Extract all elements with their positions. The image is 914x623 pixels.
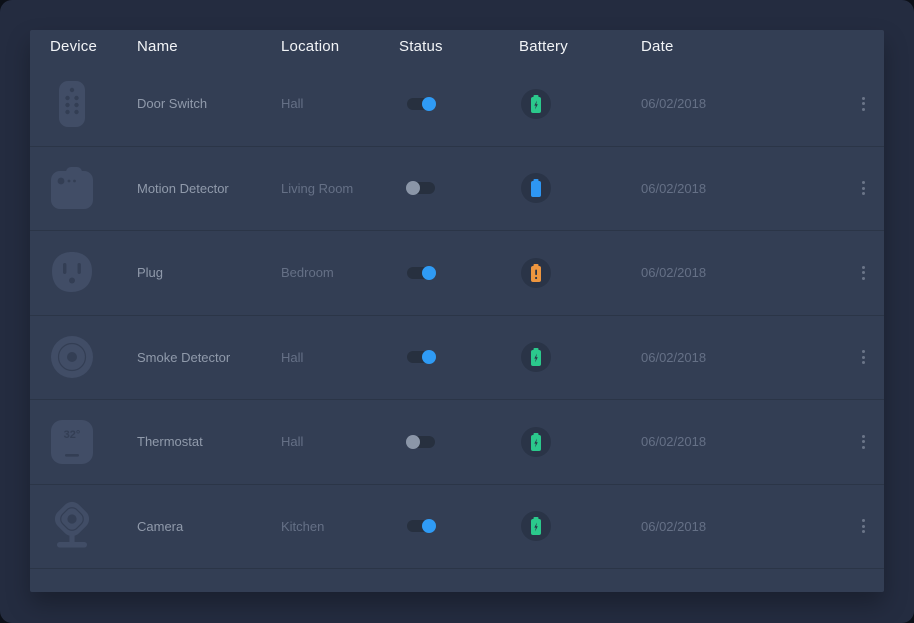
battery-charging-icon bbox=[528, 346, 544, 368]
device-location: Bedroom bbox=[281, 265, 399, 280]
device-location: Kitchen bbox=[281, 519, 399, 534]
column-header-status: Status bbox=[399, 38, 519, 55]
kebab-dot bbox=[862, 440, 865, 443]
kebab-dot bbox=[862, 356, 865, 359]
kebab-dot bbox=[862, 361, 865, 364]
device-name: Smoke Detector bbox=[137, 350, 281, 365]
table-row: Camera Kitchen 06/02/2018 bbox=[30, 485, 884, 570]
kebab-dot bbox=[862, 187, 865, 190]
kebab-dot bbox=[862, 446, 865, 449]
column-header-device: Device bbox=[50, 38, 137, 55]
table-row: Motion Detector Living Room 06/02/2018 bbox=[30, 147, 884, 232]
device-name: Camera bbox=[137, 519, 281, 534]
table-row: Smoke Detector Hall 06/02/2018 bbox=[30, 316, 884, 401]
device-date: 06/02/2018 bbox=[641, 181, 842, 196]
kebab-dot bbox=[862, 525, 865, 528]
battery-charging-icon bbox=[528, 515, 544, 537]
kebab-dot bbox=[862, 350, 865, 353]
kebab-dot bbox=[862, 266, 865, 269]
device-location: Living Room bbox=[281, 181, 399, 196]
column-header-date: Date bbox=[641, 38, 884, 55]
device-name: Thermostat bbox=[137, 434, 281, 449]
status-toggle[interactable] bbox=[407, 182, 435, 194]
toggle-knob bbox=[422, 266, 436, 280]
row-menu-button[interactable] bbox=[858, 177, 869, 199]
table-header-row: Device Name Location Status Battery Date bbox=[30, 30, 884, 62]
toggle-knob bbox=[406, 181, 420, 195]
device-date: 06/02/2018 bbox=[641, 265, 842, 280]
camera-icon bbox=[50, 500, 94, 552]
device-location: Hall bbox=[281, 96, 399, 111]
battery-badge bbox=[521, 173, 551, 203]
table-row: Door Switch Hall 06/02/2018 bbox=[30, 62, 884, 147]
row-menu-button[interactable] bbox=[858, 346, 869, 368]
battery-badge bbox=[521, 89, 551, 119]
battery-badge bbox=[521, 511, 551, 541]
device-name: Plug bbox=[137, 265, 281, 280]
status-toggle[interactable] bbox=[407, 436, 435, 448]
device-date: 06/02/2018 bbox=[641, 434, 842, 449]
kebab-dot bbox=[862, 271, 865, 274]
battery-badge bbox=[521, 258, 551, 288]
table-row: Thermostat Hall 06/02/2018 bbox=[30, 400, 884, 485]
toggle-knob bbox=[406, 435, 420, 449]
kebab-dot bbox=[862, 519, 865, 522]
app-screen: Device Name Location Status Battery Date… bbox=[0, 0, 914, 623]
battery-badge bbox=[521, 342, 551, 372]
battery-charging-icon bbox=[528, 431, 544, 453]
status-toggle[interactable] bbox=[407, 267, 435, 279]
device-location: Hall bbox=[281, 434, 399, 449]
battery-charging-icon bbox=[528, 93, 544, 115]
kebab-dot bbox=[862, 435, 865, 438]
status-toggle[interactable] bbox=[407, 98, 435, 110]
kebab-dot bbox=[862, 108, 865, 111]
remote-icon bbox=[50, 78, 94, 130]
kebab-dot bbox=[862, 97, 865, 100]
column-header-location: Location bbox=[281, 38, 399, 55]
toggle-knob bbox=[422, 519, 436, 533]
battery-full-icon bbox=[528, 177, 544, 199]
row-menu-button[interactable] bbox=[858, 93, 869, 115]
row-menu-button[interactable] bbox=[858, 262, 869, 284]
device-table-body: Door Switch Hall 06/02/2018 bbox=[30, 62, 884, 592]
row-menu-button[interactable] bbox=[858, 515, 869, 537]
thermostat-icon bbox=[50, 416, 94, 468]
kebab-dot bbox=[862, 277, 865, 280]
kebab-dot bbox=[862, 530, 865, 533]
device-name: Door Switch bbox=[137, 96, 281, 111]
row-menu-button[interactable] bbox=[858, 431, 869, 453]
table-row: Plug Bedroom 06/02/2018 bbox=[30, 231, 884, 316]
toggle-knob bbox=[422, 97, 436, 111]
battery-badge bbox=[521, 427, 551, 457]
toggle-knob bbox=[422, 350, 436, 364]
column-header-battery: Battery bbox=[519, 38, 641, 55]
device-name: Motion Detector bbox=[137, 181, 281, 196]
device-date: 06/02/2018 bbox=[641, 519, 842, 534]
device-date: 06/02/2018 bbox=[641, 96, 842, 111]
smoke-detector-icon bbox=[50, 331, 94, 383]
column-header-name: Name bbox=[137, 38, 281, 55]
kebab-dot bbox=[862, 181, 865, 184]
status-toggle[interactable] bbox=[407, 520, 435, 532]
kebab-dot bbox=[862, 102, 865, 105]
device-table-card: Device Name Location Status Battery Date… bbox=[30, 30, 884, 592]
device-date: 06/02/2018 bbox=[641, 350, 842, 365]
motion-sensor-icon bbox=[50, 162, 94, 214]
kebab-dot bbox=[862, 192, 865, 195]
battery-alert-icon bbox=[528, 262, 544, 284]
outlet-icon bbox=[50, 247, 94, 299]
status-toggle[interactable] bbox=[407, 351, 435, 363]
device-location: Hall bbox=[281, 350, 399, 365]
